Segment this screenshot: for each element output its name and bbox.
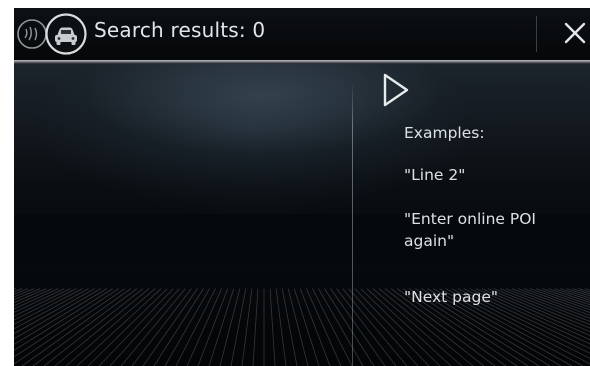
voice-search-screen: Search results: 0 Examples: "Line 2" "En… bbox=[14, 8, 590, 366]
header-bar: Search results: 0 bbox=[14, 8, 590, 60]
example-command: "Line 2" bbox=[404, 166, 466, 184]
close-icon[interactable] bbox=[560, 18, 590, 48]
example-command: "Enter online POI again" bbox=[404, 210, 536, 250]
car-icon bbox=[45, 13, 87, 55]
panel-divider bbox=[352, 82, 353, 366]
page-title: Search results: 0 bbox=[94, 18, 266, 42]
examples-heading: Examples: bbox=[404, 124, 485, 142]
play-icon[interactable] bbox=[382, 72, 410, 108]
header-divider bbox=[536, 16, 537, 52]
results-area: Examples: "Line 2" "Enter online POI aga… bbox=[14, 64, 590, 366]
example-command: "Next page" bbox=[404, 288, 499, 306]
